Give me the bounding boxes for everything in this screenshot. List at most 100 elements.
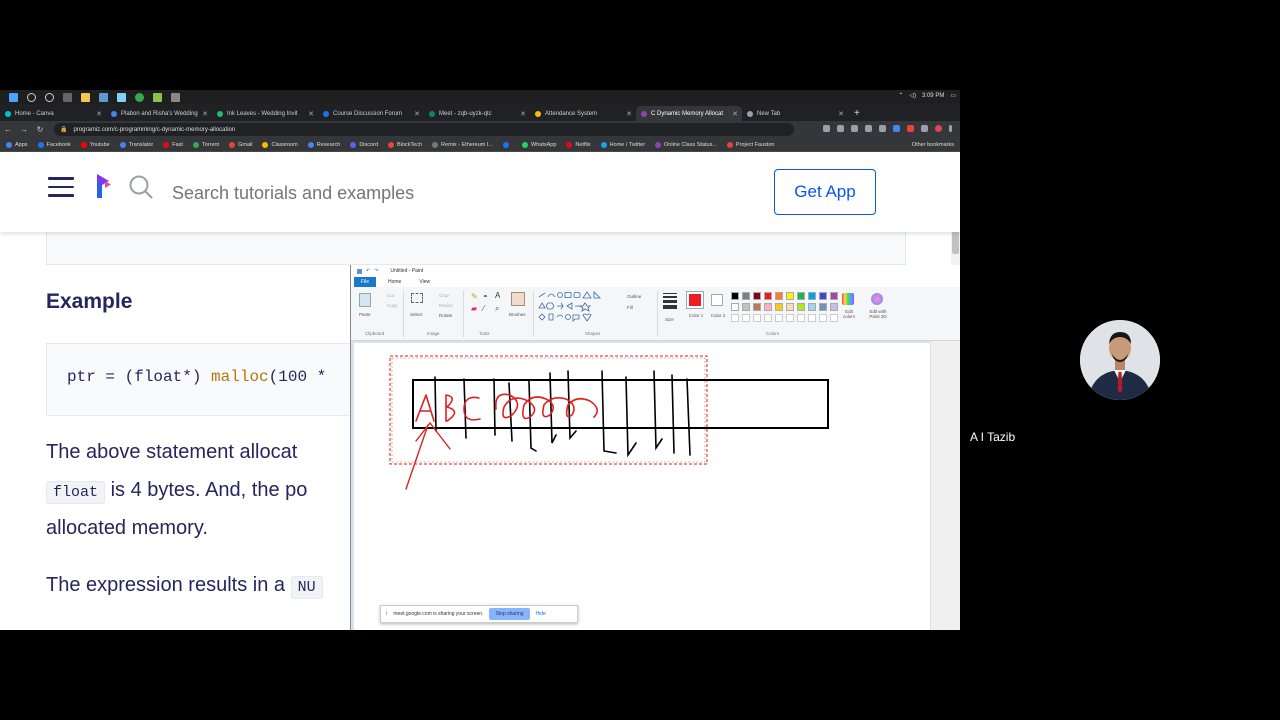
menu-dots-icon[interactable] (949, 125, 952, 132)
extension-icon[interactable] (893, 125, 900, 132)
windows-start-icon[interactable] (9, 92, 18, 102)
extension-icon[interactable] (907, 125, 914, 132)
magnifier-icon[interactable]: ⌕ (495, 304, 499, 314)
color-swatch[interactable] (753, 303, 761, 311)
color-swatch[interactable] (742, 303, 750, 311)
bookmark-item[interactable]: Discord (350, 141, 378, 148)
tab-close-icon[interactable]: ✕ (414, 110, 420, 118)
color-swatch[interactable] (731, 303, 739, 311)
block-icon[interactable] (865, 125, 872, 132)
fill-icon[interactable]: ◓ (483, 292, 488, 301)
stop-sharing-button[interactable]: Stop sharing (489, 608, 530, 620)
bookmark-item[interactable]: Project Fauston (726, 141, 774, 148)
home-tab[interactable]: Home (388, 279, 401, 285)
bookmark-item[interactable]: Fast (163, 141, 183, 148)
redo-icon[interactable]: ↷ (374, 268, 378, 274)
hide-button[interactable]: Hide (536, 611, 546, 617)
browser-tab[interactable]: New Tab ✕ (742, 106, 848, 121)
drawing-canvas[interactable] (354, 343, 930, 630)
new-tab-icon[interactable]: + (854, 108, 860, 119)
outline-dropdown[interactable]: Outline (627, 294, 641, 299)
clock[interactable]: 3:09 PM (922, 93, 944, 99)
bookmark-item[interactable]: WhatsApp (522, 141, 556, 148)
crop-button[interactable]: Crop (439, 293, 449, 298)
tab-close-icon[interactable]: ✕ (626, 110, 632, 118)
color-swatch[interactable] (830, 303, 838, 311)
app-icon[interactable] (153, 92, 162, 102)
tab-close-icon[interactable]: ✕ (308, 110, 314, 118)
browser-tab[interactable]: Home - Canva ✕ (0, 106, 106, 121)
bookmark-item[interactable]: BlockTech (387, 141, 422, 148)
color-swatch[interactable] (731, 292, 739, 300)
color-picker-icon[interactable]: ⁄ (483, 304, 484, 313)
search-icon[interactable] (127, 173, 155, 201)
color-swatch[interactable] (786, 303, 794, 311)
bookmark-item[interactable] (503, 141, 512, 148)
profile-icon[interactable] (935, 125, 942, 132)
custom-color-swatch[interactable] (786, 314, 794, 322)
search-icon[interactable] (27, 92, 36, 102)
color-swatch[interactable] (764, 303, 772, 311)
app-icon[interactable] (117, 92, 126, 102)
bookmark-item[interactable]: Youtube (80, 141, 110, 148)
tab-close-icon[interactable]: ✕ (838, 110, 844, 118)
bookmark-item[interactable]: Torrent (192, 141, 219, 148)
tab-close-icon[interactable]: ✕ (520, 110, 526, 118)
brushes-icon[interactable] (511, 292, 525, 306)
browser-tab[interactable]: Ink Leaves - Wedding Invit ✕ (212, 106, 318, 121)
volume-icon[interactable]: ◁) (909, 92, 916, 99)
custom-color-swatch[interactable] (753, 314, 761, 322)
save-icon[interactable] (357, 268, 362, 274)
browser-tab[interactable]: C Dynamic Memory Allocat ✕ (636, 106, 742, 121)
resize-button[interactable]: Resize (439, 303, 453, 308)
custom-color-swatch[interactable] (742, 314, 750, 322)
custom-color-swatch[interactable] (819, 314, 827, 322)
custom-color-swatch[interactable] (764, 314, 772, 322)
chevron-up-icon[interactable]: ⌃ (898, 92, 903, 99)
puzzle-icon[interactable] (921, 125, 928, 132)
bookmark-item[interactable]: Home / Twitter (600, 141, 645, 148)
browser-tab[interactable]: Course Discussion Forum ✕ (318, 106, 424, 121)
size-icon[interactable] (663, 293, 677, 309)
color-swatch[interactable] (775, 303, 783, 311)
custom-color-swatch[interactable] (731, 314, 739, 322)
shapes-gallery[interactable] (537, 291, 607, 323)
color-swatch[interactable] (753, 292, 761, 300)
get-app-button[interactable]: Get App (774, 169, 876, 215)
bookmark-item[interactable]: Research (307, 141, 340, 148)
color-swatch[interactable] (764, 292, 772, 300)
chrome-icon[interactable] (135, 92, 144, 102)
bookmark-item[interactable]: Gmail (229, 141, 252, 148)
color-swatch[interactable] (797, 303, 805, 311)
color-swatch[interactable] (830, 292, 838, 300)
reload-icon[interactable]: ↻ (32, 125, 48, 134)
star-icon[interactable] (879, 125, 886, 132)
select-button[interactable] (411, 293, 423, 303)
color-swatch[interactable] (775, 292, 783, 300)
color-swatch[interactable] (819, 292, 827, 300)
bookmark-item[interactable]: Remix - Ethereum I... (432, 141, 493, 148)
search-input[interactable] (172, 174, 572, 212)
tab-close-icon[interactable]: ✕ (202, 110, 208, 118)
url-field[interactable]: 🔒 programiz.com/c-programming/c-dynamic-… (54, 123, 794, 136)
view-tab[interactable]: View (419, 279, 430, 285)
color-swatch[interactable] (819, 303, 827, 311)
color-swatch[interactable] (797, 292, 805, 300)
rotate-button[interactable]: Rotate (439, 313, 452, 318)
file-menu[interactable]: File (354, 277, 376, 287)
menu-icon[interactable] (48, 177, 74, 197)
bookmark-item[interactable]: Netflix (566, 141, 591, 148)
custom-color-swatch[interactable] (775, 314, 783, 322)
qr-icon[interactable] (837, 125, 844, 132)
back-icon[interactable]: ← (0, 125, 16, 134)
copy-button[interactable]: Copy (387, 303, 398, 308)
bookmark-item[interactable]: Translator (119, 141, 153, 148)
bookmark-item[interactable]: Online Class Status... (655, 141, 717, 148)
drag-handle-icon[interactable]: ⁞ (386, 611, 387, 617)
notification-icon[interactable]: ▭ (950, 92, 956, 99)
undo-icon[interactable]: ↶ (366, 268, 370, 274)
custom-color-swatch[interactable] (797, 314, 805, 322)
custom-color-swatch[interactable] (830, 314, 838, 322)
participant-tile[interactable]: A I Tazib (960, 270, 1280, 450)
bookmark-item[interactable]: Facebook (37, 141, 71, 148)
